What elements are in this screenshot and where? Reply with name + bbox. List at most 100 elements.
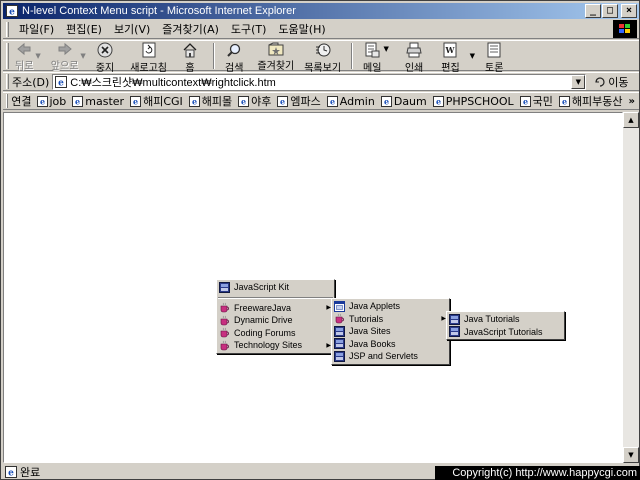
site-icon xyxy=(219,281,230,293)
links-more-button[interactable]: » xyxy=(629,96,635,107)
menu-favorites[interactable]: 즐겨찾기(A) xyxy=(156,21,225,37)
scroll-down-button[interactable]: ▼ xyxy=(623,447,639,463)
menubar-grip[interactable] xyxy=(6,21,9,37)
menu-item-java-sites[interactable]: Java Sites xyxy=(332,325,449,338)
site-icon xyxy=(334,338,345,350)
menu-item-dynamic-drive[interactable]: Dynamic Drive xyxy=(217,314,334,327)
svg-text:e: e xyxy=(523,96,528,106)
context-menu-root: JavaScript Kit FreewareJava ▶ Dynamic Dr… xyxy=(216,279,335,354)
link-item[interactable]: e 엠파스 xyxy=(277,93,321,109)
maximize-button[interactable]: □ xyxy=(602,4,618,18)
menu-item-label: FreewareJava xyxy=(234,302,292,313)
menu-item-jsp-and-servlets[interactable]: JSP and Servlets xyxy=(332,350,449,363)
links-bar: 연결 e job e master e 해피CGI e 해피몰 e 야후 e 엠파스 e Ad… xyxy=(3,92,639,110)
menu-item-label: Java Tutorials xyxy=(464,314,520,325)
linksbar-grip[interactable] xyxy=(6,94,9,108)
link-item[interactable]: e 해피몰 xyxy=(188,93,232,109)
menu-bar: 파일(F) 편집(E) 보기(V) 즐겨찾기(A) 도구(T) 도움말(H) xyxy=(3,20,639,39)
link-item[interactable]: e PHPSCHOOL xyxy=(432,95,514,108)
menu-item-coding-forums[interactable]: Coding Forums xyxy=(217,327,334,340)
svg-text:W: W xyxy=(445,45,456,55)
mail-dropdown-icon[interactable]: ▼ xyxy=(383,45,388,53)
menu-item-label: Technology Sites xyxy=(234,340,303,351)
link-item[interactable]: e 해피CGI xyxy=(130,93,183,109)
menu-item-label: JavaScript Tutorials xyxy=(464,326,543,337)
svg-text:e: e xyxy=(330,96,335,106)
svg-text:e: e xyxy=(436,96,441,106)
site-icon xyxy=(334,325,345,337)
menu-file[interactable]: 파일(F) xyxy=(13,21,60,37)
address-value: C:₩스크린샷₩multicontext₩rightclick.htm xyxy=(70,76,276,89)
link-label: 해피부동산 xyxy=(571,95,623,108)
menu-item-javascript-tutorials[interactable]: JavaScript Tutorials xyxy=(447,326,564,339)
stop-button[interactable]: 중지 xyxy=(96,41,114,74)
link-item[interactable]: e 야후 xyxy=(238,93,271,109)
svg-text:e: e xyxy=(562,96,567,106)
word-edit-icon: W xyxy=(441,42,459,58)
svg-text:e: e xyxy=(133,96,138,106)
edit-button[interactable]: W 편집 xyxy=(441,41,460,74)
refresh-icon xyxy=(140,42,158,58)
scroll-up-button[interactable]: ▲ xyxy=(623,112,639,128)
link-page-icon: e xyxy=(130,95,142,107)
menu-separator xyxy=(218,296,333,299)
link-label: job xyxy=(49,94,67,108)
menu-item-javascript-kit[interactable]: JavaScript Kit xyxy=(217,281,334,294)
menu-view[interactable]: 보기(V) xyxy=(108,21,156,37)
menu-item-technology-sites[interactable]: Technology Sites ▶ xyxy=(217,339,334,352)
link-item[interactable]: e master xyxy=(72,95,124,108)
addressbar-grip[interactable] xyxy=(6,74,9,89)
link-label: 해피CGI xyxy=(143,95,183,108)
svg-text:e: e xyxy=(39,96,44,106)
svg-text:e: e xyxy=(75,96,80,106)
menu-item-label: Java Applets xyxy=(349,301,401,312)
coffee-cup-icon xyxy=(219,302,230,313)
toolbar-separator xyxy=(213,42,216,69)
print-button[interactable]: 인쇄 xyxy=(405,41,423,74)
vertical-scrollbar[interactable]: ▲ ▼ xyxy=(623,112,639,463)
print-icon xyxy=(405,42,423,58)
favorites-button[interactable]: 즐겨찾기 xyxy=(257,41,294,72)
back-button[interactable]: 뒤로 xyxy=(15,41,33,72)
coffee-cup-icon xyxy=(334,313,345,324)
go-button[interactable]: 이동 xyxy=(594,74,629,90)
link-item[interactable]: e Admin xyxy=(326,95,375,108)
forward-dropdown-icon[interactable]: ▼ xyxy=(80,52,85,60)
link-item[interactable]: e Daum xyxy=(380,94,427,108)
menu-tools[interactable]: 도구(T) xyxy=(225,21,273,37)
link-page-icon: e xyxy=(326,95,338,107)
minimize-button[interactable]: _ xyxy=(585,4,601,18)
address-input[interactable]: e C:₩스크린샷₩multicontext₩rightclick.htm ▼ xyxy=(52,73,587,90)
coffee-cup-icon xyxy=(219,340,230,351)
edit-dropdown-icon[interactable]: ▼ xyxy=(470,52,475,60)
close-button[interactable]: × xyxy=(621,4,637,18)
home-button[interactable]: 홈 xyxy=(181,41,199,74)
svg-text:e: e xyxy=(192,96,197,106)
link-label: 국민 xyxy=(532,95,553,108)
forward-button[interactable]: 앞으로 xyxy=(51,41,78,72)
link-item[interactable]: e job xyxy=(36,94,67,108)
menu-help[interactable]: 도움말(H) xyxy=(272,21,331,37)
window-title: N-level Context Menu script - Microsoft … xyxy=(22,5,296,17)
link-item[interactable]: e 해피부동산 xyxy=(558,93,623,109)
history-button[interactable]: 목록보기 xyxy=(304,41,341,74)
link-label: Daum xyxy=(393,94,427,108)
refresh-button[interactable]: 새로고침 xyxy=(130,41,167,74)
menu-edit[interactable]: 편집(E) xyxy=(60,21,108,37)
toolbar-grip[interactable] xyxy=(6,42,9,69)
menu-item-tutorials[interactable]: Tutorials ▶ xyxy=(332,313,449,326)
menu-item-java-tutorials[interactable]: Java Tutorials xyxy=(447,313,564,326)
link-page-icon: e xyxy=(188,95,200,107)
back-dropdown-icon[interactable]: ▼ xyxy=(35,52,40,60)
address-dropdown-icon[interactable]: ▼ xyxy=(571,74,586,89)
menu-item-freewarejava[interactable]: FreewareJava ▶ xyxy=(217,302,334,315)
link-item[interactable]: e 국민 xyxy=(519,93,553,109)
menu-item-java-books[interactable]: Java Books xyxy=(332,338,449,351)
menu-item-java-applets[interactable]: Java Applets xyxy=(332,300,449,313)
title-bar[interactable]: e N-level Context Menu script - Microsof… xyxy=(3,3,639,19)
svg-text:e: e xyxy=(280,96,285,106)
discuss-button[interactable]: 토론 xyxy=(485,41,503,74)
mail-button[interactable]: 메일 xyxy=(363,41,381,74)
search-button[interactable]: 검색 xyxy=(225,41,243,74)
svg-text:e: e xyxy=(58,78,64,88)
